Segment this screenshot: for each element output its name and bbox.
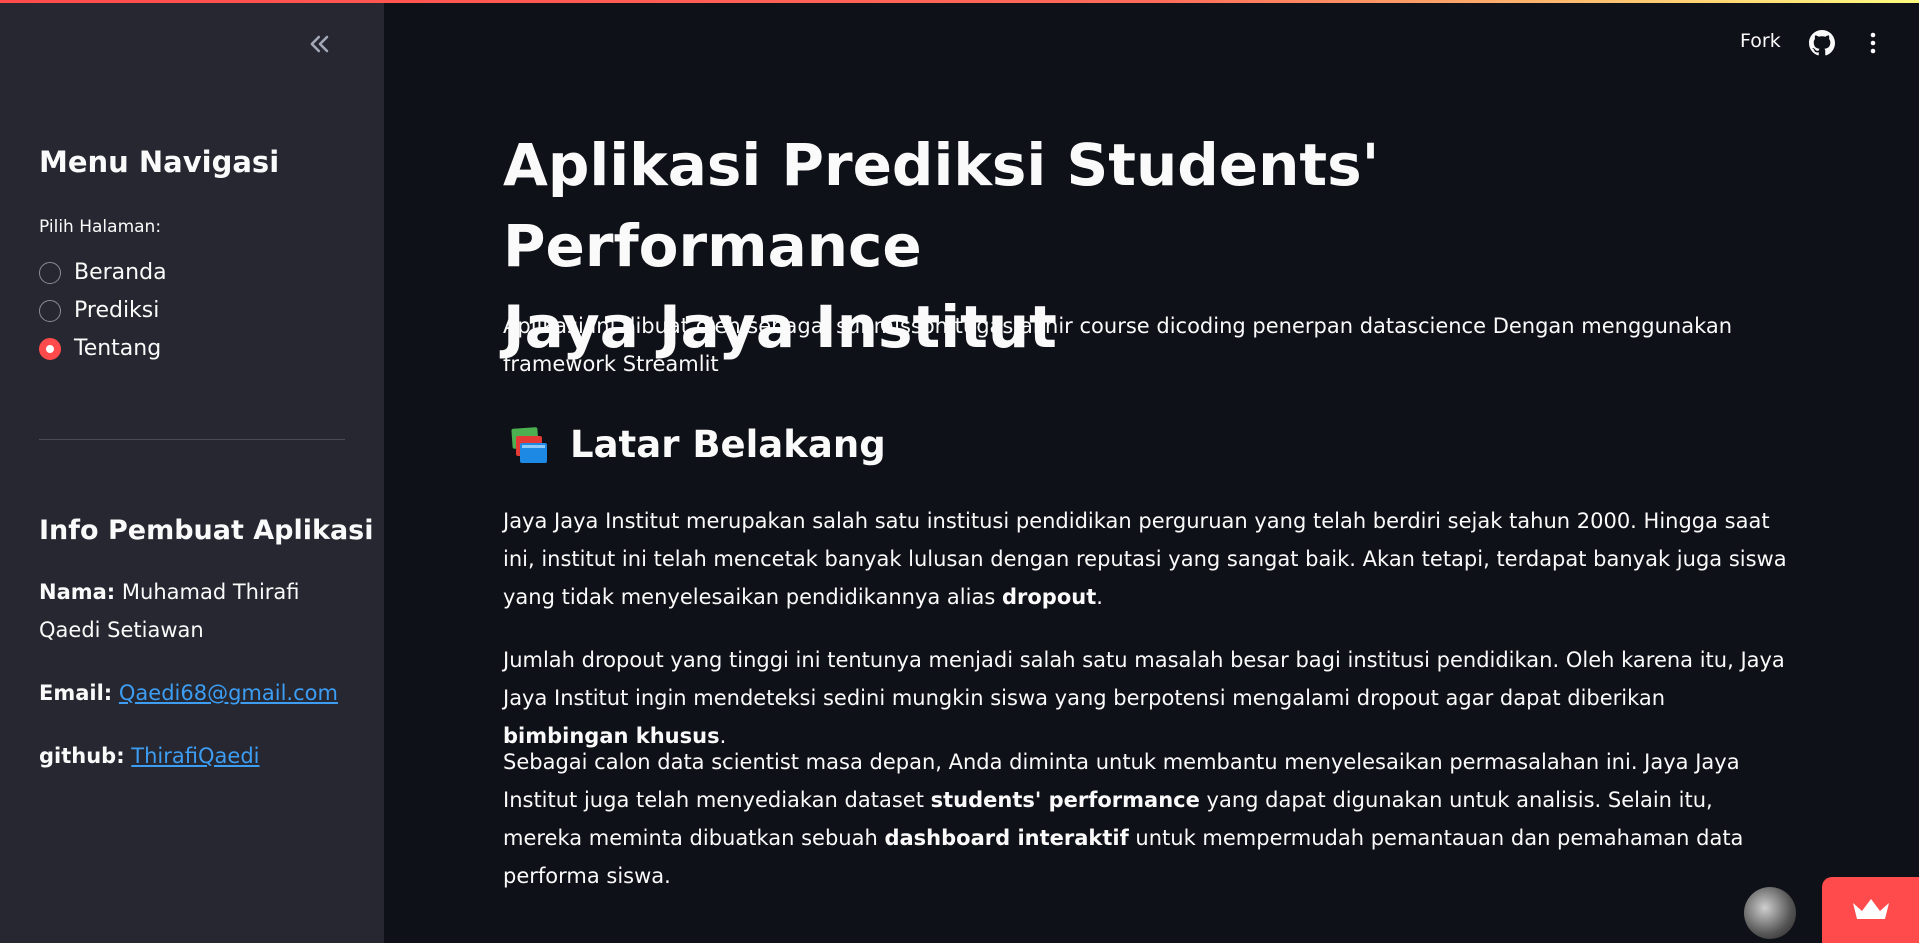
user-avatar[interactable] <box>1744 887 1796 939</box>
top-decoration-bar <box>0 0 1919 3</box>
paragraph-text: Jumlah dropout yang tinggi ini tentunya … <box>503 648 1785 710</box>
github-icon[interactable] <box>1809 30 1835 56</box>
name-label: Nama: <box>39 580 116 604</box>
name-value-line1: Muhamad Thirafi <box>121 580 300 604</box>
radio-button[interactable] <box>39 299 61 322</box>
page-radio-label: Pilih Halaman: <box>39 217 162 237</box>
background-paragraph-1: Jaya Jaya Institut merupakan salah satu … <box>503 502 1793 616</box>
radio-option-beranda[interactable]: Beranda <box>39 260 167 285</box>
paragraph-text: . <box>1096 585 1103 609</box>
author-email: Email: Qaedi68@gmail.com <box>39 674 338 712</box>
author-name: Nama: Muhamad Thirafi Qaedi Setiawan <box>39 573 300 649</box>
email-link[interactable]: Qaedi68@gmail.com <box>119 681 338 705</box>
bold-text: dropout <box>1001 585 1097 609</box>
menu-heading: Menu Navigasi <box>39 145 280 179</box>
background-paragraph-3: Sebagai calon data scientist masa depan,… <box>503 743 1793 895</box>
radio-option-label: Tentang <box>74 336 162 361</box>
sidebar-divider <box>39 439 345 440</box>
email-label: Email: <box>39 681 113 705</box>
radio-option-tentang[interactable]: Tentang <box>39 336 161 361</box>
collapse-sidebar-button[interactable] <box>302 26 338 62</box>
github-label: github: <box>39 744 125 768</box>
radio-button[interactable] <box>39 261 61 284</box>
section-heading-text: Latar Belakang <box>570 423 886 466</box>
bold-text: dashboard interaktif <box>884 826 1129 850</box>
author-github: github: ThirafiQaedi <box>39 737 259 775</box>
fork-button[interactable]: Fork <box>1740 30 1781 52</box>
crown-icon <box>1852 899 1889 919</box>
paragraph-text: Jaya Jaya Institut merupakan salah satu … <box>503 509 1787 609</box>
books-icon <box>511 426 547 463</box>
radio-button-selected[interactable] <box>39 337 61 360</box>
double-chevron-left-icon <box>310 35 329 53</box>
intro-paragraph: Aplikasi ini dibuat oleh sebagai submiss… <box>503 314 1733 376</box>
more-vertical-icon[interactable] <box>1863 30 1883 56</box>
page-title-line1: Aplikasi Prediksi Students' Performance <box>503 131 1380 280</box>
radio-option-prediksi[interactable]: Prediksi <box>39 298 159 323</box>
radio-option-label: Prediksi <box>74 298 160 323</box>
streamlit-badge[interactable] <box>1822 877 1919 943</box>
bold-text: students' performance <box>930 788 1200 812</box>
background-paragraph-2: Jumlah dropout yang tinggi ini tentunya … <box>503 641 1793 755</box>
radio-option-label: Beranda <box>74 260 167 285</box>
info-heading: Info Pembuat Aplikasi <box>39 515 374 546</box>
sidebar: Menu Navigasi Pilih Halaman: Beranda Pre… <box>0 0 384 943</box>
section-heading: Latar Belakang <box>508 423 886 466</box>
name-value-line2: Qaedi Setiawan <box>39 618 204 642</box>
github-link[interactable]: ThirafiQaedi <box>131 744 259 768</box>
